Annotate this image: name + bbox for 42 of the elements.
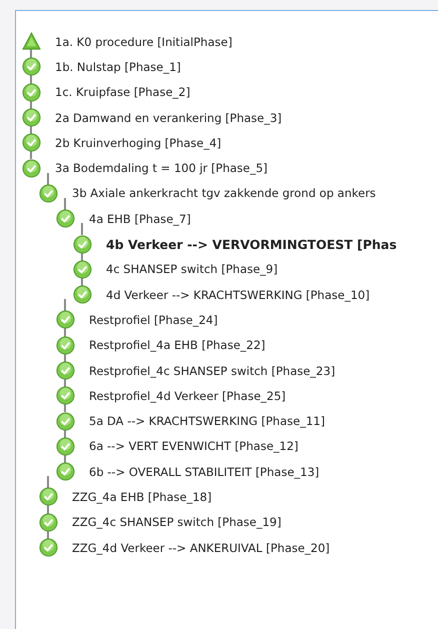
check-circle-icon — [73, 260, 92, 279]
check-circle-icon — [56, 310, 75, 330]
check-circle-icon — [56, 436, 75, 456]
check-circle-icon — [73, 234, 92, 254]
phase-item[interactable]: Restprofiel [Phase_24] — [89, 312, 218, 327]
check-circle-icon — [22, 158, 41, 178]
check-circle-icon — [39, 538, 58, 558]
phase-item[interactable]: Restprofiel_4c SHANSEP switch [Phase_23] — [89, 364, 336, 378]
phase-item[interactable]: 5a DA --> KRACHTSWERKING [Phase_11] — [89, 414, 325, 428]
check-circle-icon — [22, 57, 41, 76]
check-circle-icon — [56, 336, 75, 355]
phase-item[interactable]: 1c. Kruipfase [Phase_2] — [55, 85, 190, 100]
check-circle-icon — [22, 82, 41, 102]
phase-item[interactable]: ZZG_4c SHANSEP switch [Phase_19] — [72, 515, 282, 530]
phase-item[interactable]: 6b --> OVERALL STABILITEIT [Phase_13] — [89, 464, 320, 479]
phase-item[interactable]: 2b Kruinverhoging [Phase_4] — [55, 136, 222, 150]
check-circle-icon — [39, 512, 58, 532]
phase-item[interactable]: 4b Verkeer --> VERVORMINGTOEST [Phas — [106, 236, 397, 252]
check-circle-icon — [22, 108, 41, 128]
check-circle-icon — [56, 412, 75, 431]
check-circle-icon — [22, 133, 41, 152]
check-circle-icon — [56, 462, 75, 482]
phase-item[interactable]: 3b Axiale ankerkracht tgv zakkende grond op ankers — [72, 186, 376, 200]
phase-item[interactable]: 4d Verkeer --> KRACHTSWERKING [Phase_10] — [106, 288, 370, 302]
phase-item[interactable]: 3a Bodemdaling t = 100 jr [Phase_5] — [55, 161, 268, 176]
phase-item[interactable]: 1a. K0 procedure [InitialPhase] — [55, 34, 232, 49]
phase-item[interactable]: Restprofiel_4d Verkeer [Phase_25] — [89, 388, 286, 403]
triangle-icon — [22, 32, 41, 52]
phase-item[interactable]: ZZG_4a EHB [Phase_18] — [72, 490, 212, 504]
phase-item[interactable]: 6a --> VERT EVENWICHT [Phase_12] — [89, 439, 298, 454]
check-circle-icon — [39, 487, 58, 506]
phase-item[interactable]: 4a EHB [Phase_7] — [89, 212, 191, 226]
check-circle-icon — [73, 285, 92, 304]
phase-item[interactable]: ZZG_4d Verkeer --> ANKERUIVAL [Phase_20] — [72, 540, 330, 555]
phase-item[interactable]: 2a Damwand en verankering [Phase_3] — [55, 110, 282, 125]
check-circle-icon — [56, 386, 75, 406]
check-circle-icon — [56, 209, 75, 228]
check-circle-icon — [39, 184, 58, 203]
phase-item[interactable]: Restprofiel_4a EHB [Phase_22] — [89, 338, 266, 352]
check-circle-icon — [56, 361, 75, 380]
phase-item[interactable]: 1b. Nulstap [Phase_1] — [55, 60, 181, 74]
phase-item[interactable]: 4c SHANSEP switch [Phase_9] — [106, 262, 278, 276]
